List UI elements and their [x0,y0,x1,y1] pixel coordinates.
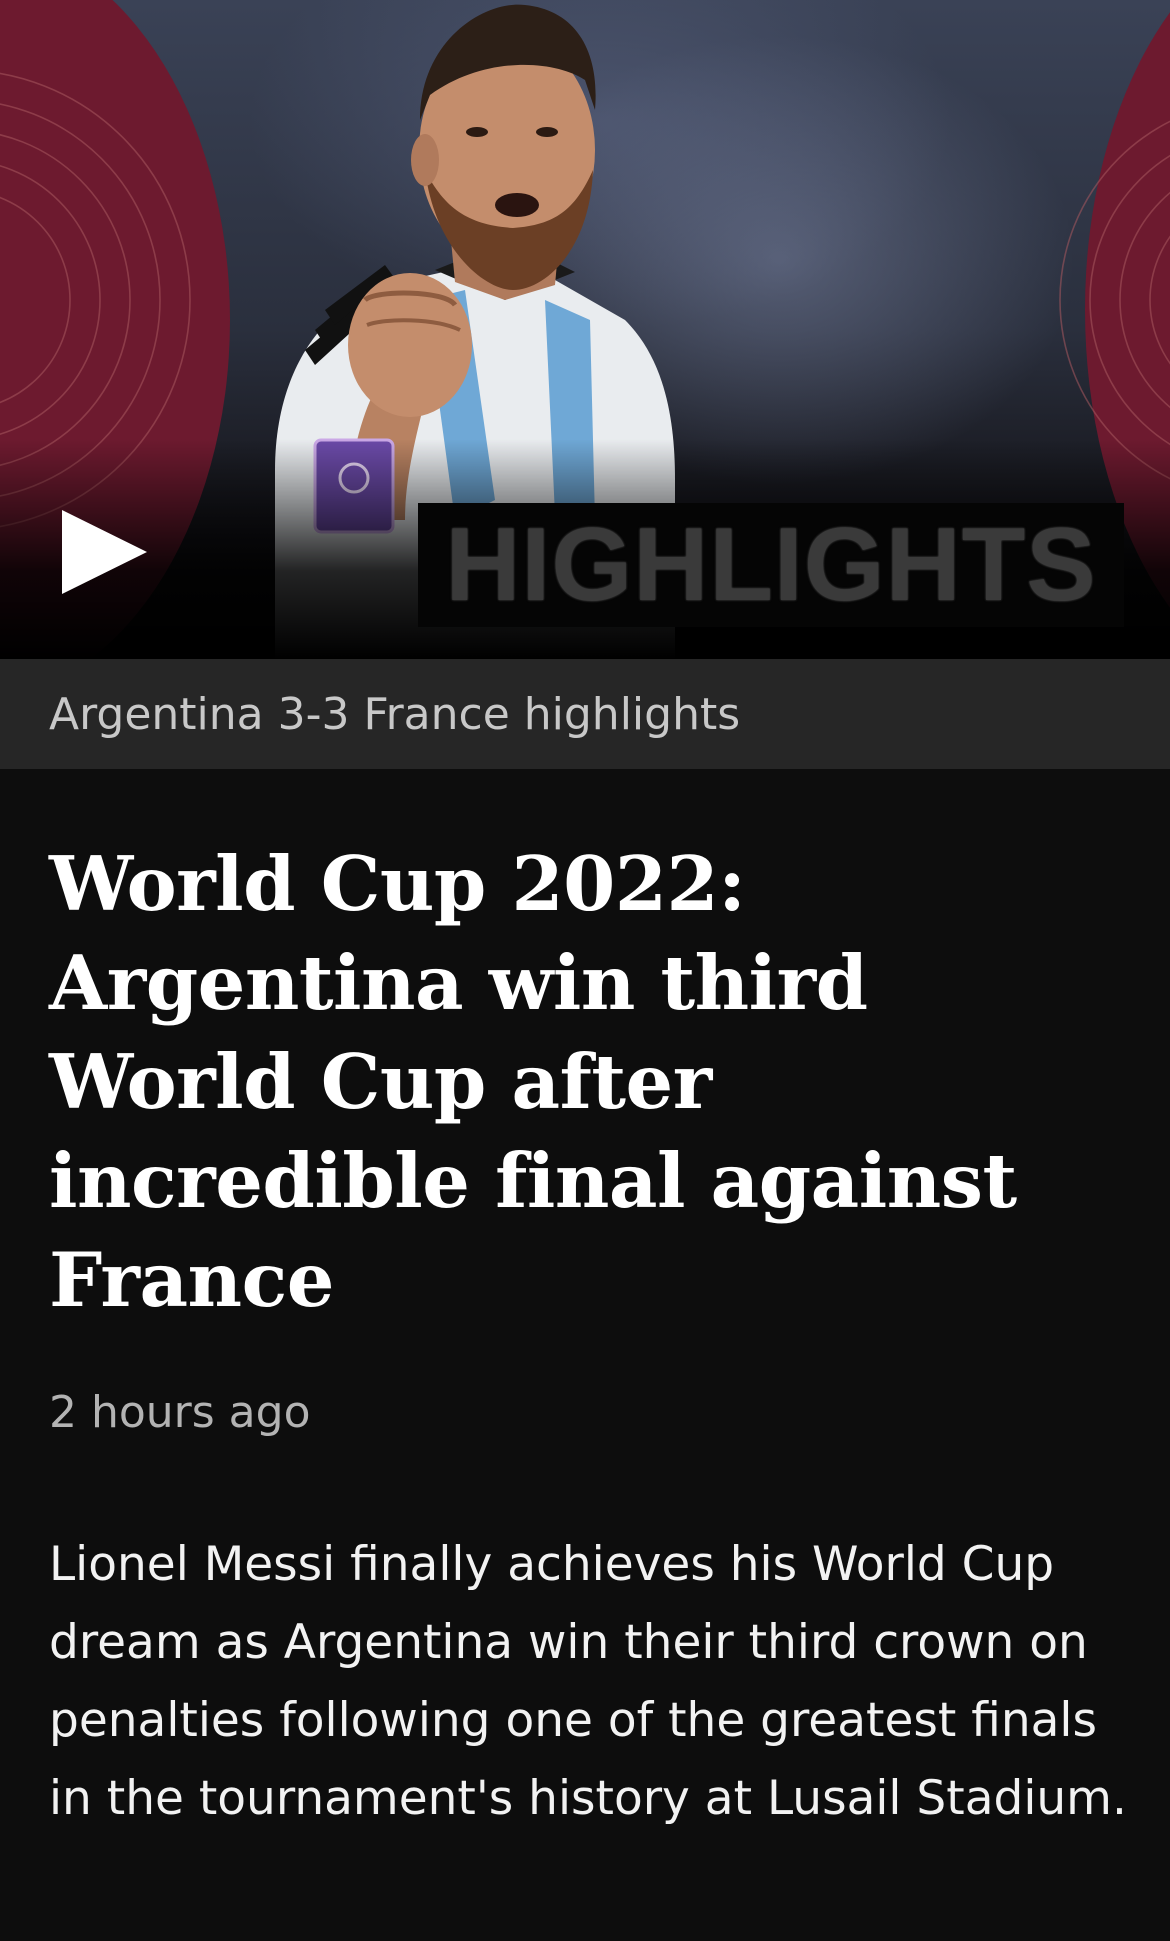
highlights-overlay-text: HIGHLIGHTS [445,507,1097,623]
video-caption-bar: Argentina 3-3 France highlights [0,659,1170,769]
video-caption: Argentina 3-3 France highlights [49,688,741,740]
highlights-overlay: HIGHLIGHTS [418,503,1124,627]
article-timestamp: 2 hours ago [49,1387,311,1438]
article-header: World Cup 2022: Argentina win third Worl… [49,835,1129,1330]
article-headline: World Cup 2022: Argentina win third Worl… [49,840,1017,1324]
play-icon[interactable] [52,500,152,600]
video-player[interactable]: HIGHLIGHTS [0,0,1170,659]
article-summary: Lionel Messi finally achieves his World … [49,1537,1127,1826]
